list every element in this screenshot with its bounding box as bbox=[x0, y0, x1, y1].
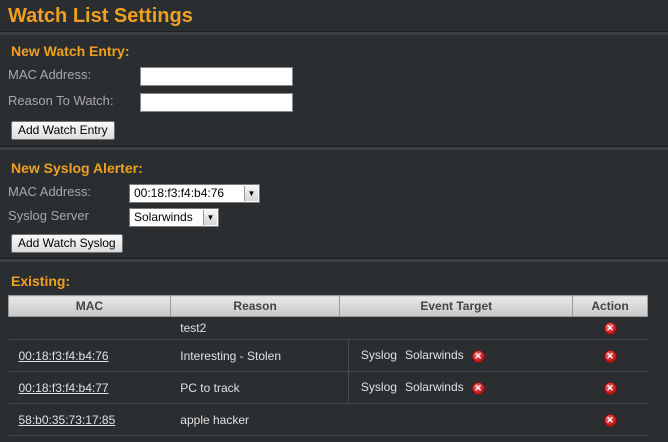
row-reason: PC to track bbox=[170, 371, 340, 404]
watch-mac-label: MAC Address: bbox=[8, 67, 92, 82]
column-header-reason[interactable]: Reason bbox=[169, 295, 341, 317]
syslog-server-value: Solarwinds bbox=[134, 210, 193, 224]
row-action: ✕ bbox=[572, 371, 648, 404]
row-mac: 00:18:f3:f4:b4:77 bbox=[8, 371, 171, 404]
event-target: Syslog Solarwinds ✕ bbox=[347, 372, 505, 403]
divider bbox=[0, 146, 668, 150]
mac-link[interactable]: 00:18:f3:f4:b4:76 bbox=[19, 349, 109, 363]
existing-table: MAC Reason Event Target Action test2 ✕ 0… bbox=[8, 295, 648, 436]
syslog-mac-select[interactable]: 00:18:f3:f4:b4:76 ▼ bbox=[129, 184, 260, 203]
add-watch-entry-button[interactable]: Add Watch Entry bbox=[11, 121, 115, 140]
row-event-target bbox=[339, 316, 573, 340]
syslog-server-select[interactable]: Solarwinds ▼ bbox=[129, 208, 219, 227]
add-watch-syslog-button[interactable]: Add Watch Syslog bbox=[11, 234, 123, 253]
delete-icon[interactable]: ✕ bbox=[471, 349, 485, 363]
target-type: Syslog bbox=[360, 380, 397, 395]
table-row: 58:b0:35:73:17:85 apple hacker ✕ bbox=[8, 403, 648, 436]
table-row: 00:18:f3:f4:b4:77 PC to track Syslog Sola… bbox=[8, 371, 648, 404]
row-reason: Interesting - Stolen bbox=[170, 339, 340, 372]
column-header-mac[interactable]: MAC bbox=[8, 295, 171, 317]
row-event-target: Syslog Solarwinds ✕ bbox=[339, 371, 573, 404]
syslog-server-label: Syslog Server bbox=[8, 208, 89, 223]
table-row: test2 ✕ bbox=[8, 316, 648, 340]
syslog-title: New Syslog Alerter: bbox=[11, 160, 143, 176]
row-mac: 00:18:f3:f4:b4:76 bbox=[8, 339, 171, 372]
row-reason: apple hacker bbox=[170, 403, 340, 436]
divider bbox=[0, 31, 668, 35]
table-row: 00:18:f3:f4:b4:76 Interesting - Stolen S… bbox=[8, 339, 648, 372]
row-action: ✕ bbox=[572, 403, 648, 436]
watch-mac-input[interactable] bbox=[140, 67, 293, 86]
page-title: Watch List Settings bbox=[8, 5, 193, 27]
event-target: Syslog Solarwinds ✕ bbox=[347, 340, 505, 371]
watch-reason-label: Reason To Watch: bbox=[8, 93, 114, 108]
existing-title: Existing: bbox=[11, 273, 71, 289]
watch-reason-input[interactable] bbox=[140, 93, 293, 112]
delete-icon[interactable]: ✕ bbox=[603, 349, 617, 363]
syslog-mac-value: 00:18:f3:f4:b4:76 bbox=[134, 186, 225, 200]
row-mac bbox=[8, 316, 171, 340]
column-header-event-target[interactable]: Event Target bbox=[339, 295, 574, 317]
delete-icon[interactable]: ✕ bbox=[603, 413, 617, 427]
row-event-target bbox=[339, 403, 573, 436]
divider bbox=[0, 258, 668, 262]
chevron-down-icon: ▼ bbox=[203, 210, 217, 225]
watch-entry-title: New Watch Entry: bbox=[11, 43, 130, 59]
delete-icon[interactable]: ✕ bbox=[603, 322, 617, 336]
target-server: Solarwinds bbox=[404, 348, 464, 363]
row-action: ✕ bbox=[572, 339, 648, 372]
row-reason: test2 bbox=[170, 316, 340, 340]
row-event-target: Syslog Solarwinds ✕ bbox=[339, 339, 573, 372]
table-header-row: MAC Reason Event Target Action bbox=[8, 295, 648, 317]
target-server: Solarwinds bbox=[404, 380, 464, 395]
row-action: ✕ bbox=[572, 316, 648, 340]
delete-icon[interactable]: ✕ bbox=[603, 381, 617, 395]
chevron-down-icon: ▼ bbox=[244, 186, 258, 201]
mac-link[interactable]: 58:b0:35:73:17:85 bbox=[19, 413, 116, 427]
delete-icon[interactable]: ✕ bbox=[471, 381, 485, 395]
column-header-action[interactable]: Action bbox=[572, 295, 648, 317]
target-type: Syslog bbox=[360, 348, 397, 363]
mac-link[interactable]: 00:18:f3:f4:b4:77 bbox=[19, 381, 109, 395]
row-mac: 58:b0:35:73:17:85 bbox=[8, 403, 171, 436]
syslog-mac-label: MAC Address: bbox=[8, 184, 92, 199]
